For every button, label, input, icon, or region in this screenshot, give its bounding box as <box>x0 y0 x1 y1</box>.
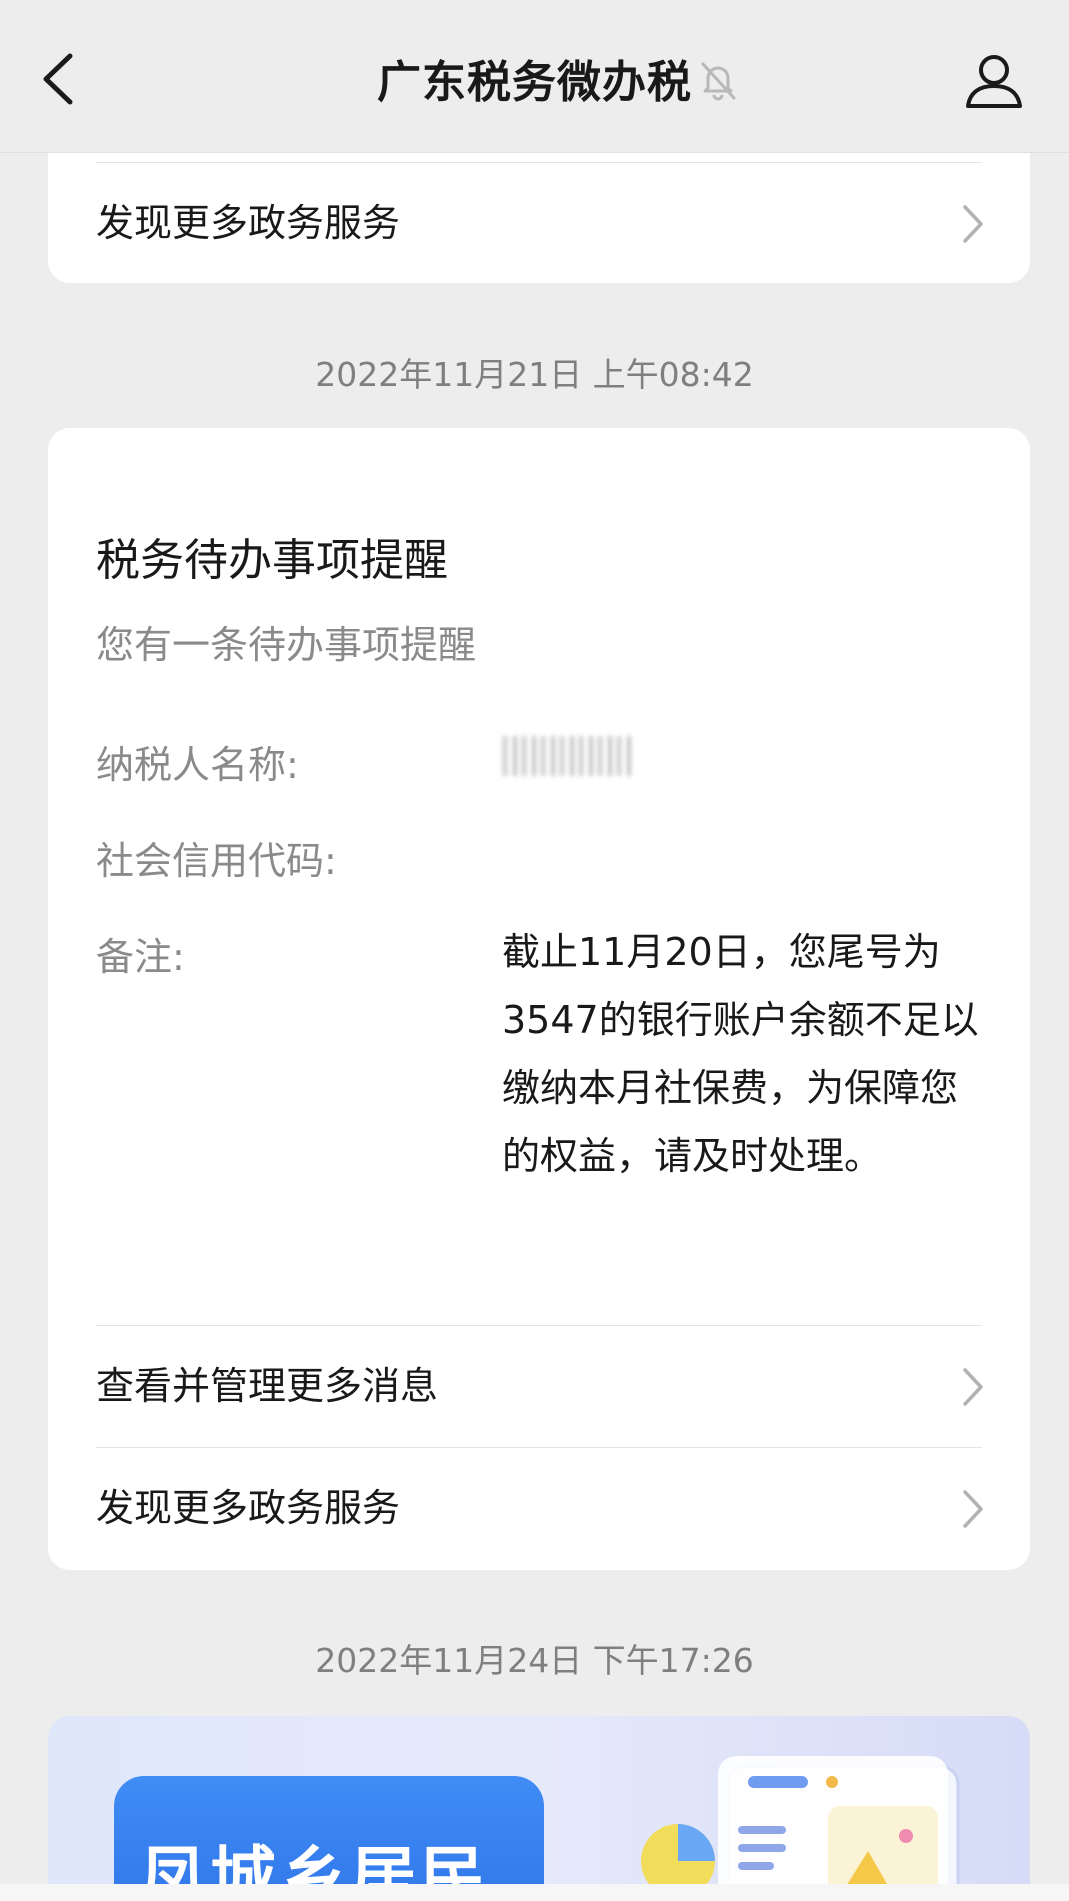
discover-services-link[interactable]: 发现更多政务服务 <box>48 163 1030 283</box>
redacted-name <box>502 736 632 776</box>
banner-title-pill: 凤城乡居民 <box>114 1776 544 1901</box>
tax-reminder-card[interactable]: 税务待办事项提醒 您有一条待办事项提醒 纳税人名称: 社会信用代码: 备注: 截… <box>48 428 1030 1570</box>
taxpayer-name-label: 纳税人名称: <box>96 743 299 787</box>
promo-banner[interactable]: 凤城乡居民 <box>48 1716 1030 1901</box>
document-illustration-icon <box>641 1756 960 1901</box>
bottom-edge <box>0 1884 1069 1901</box>
message-title: 税务待办事项提醒 <box>96 535 448 586</box>
message-timestamp: 2022年11月21日 上午08:42 <box>315 355 754 394</box>
taxpayer-name-value <box>502 724 982 797</box>
remark-label: 备注: <box>96 935 185 979</box>
person-icon <box>966 55 1022 108</box>
message-subtitle: 您有一条待办事项提醒 <box>96 623 477 667</box>
manage-messages-label: 查看并管理更多消息 <box>96 1364 439 1408</box>
message-timestamp: 2022年11月24日 下午17:26 <box>315 1641 754 1680</box>
bell-off-icon <box>701 62 736 101</box>
nav-bar: 广东税务微办税 <box>0 0 1069 153</box>
chevron-right-icon <box>963 1490 983 1528</box>
manage-messages-link[interactable]: 查看并管理更多消息 <box>48 1326 1030 1446</box>
page-title: 广东税务微办税 <box>377 57 692 108</box>
profile-button[interactable] <box>962 48 1026 112</box>
remark-value: 截止11月20日，您尾号为3547的银行账户余额不足以缴纳本月社保费，为保障您的… <box>502 930 979 1178</box>
discover-services-label: 发现更多政务服务 <box>96 1486 401 1530</box>
chevron-right-icon <box>963 205 983 243</box>
credit-code-label: 社会信用代码: <box>96 839 337 883</box>
discover-services-link[interactable]: 发现更多政务服务 <box>48 1448 1030 1568</box>
chevron-right-icon <box>963 1368 983 1406</box>
discover-services-label: 发现更多政务服务 <box>96 201 401 245</box>
